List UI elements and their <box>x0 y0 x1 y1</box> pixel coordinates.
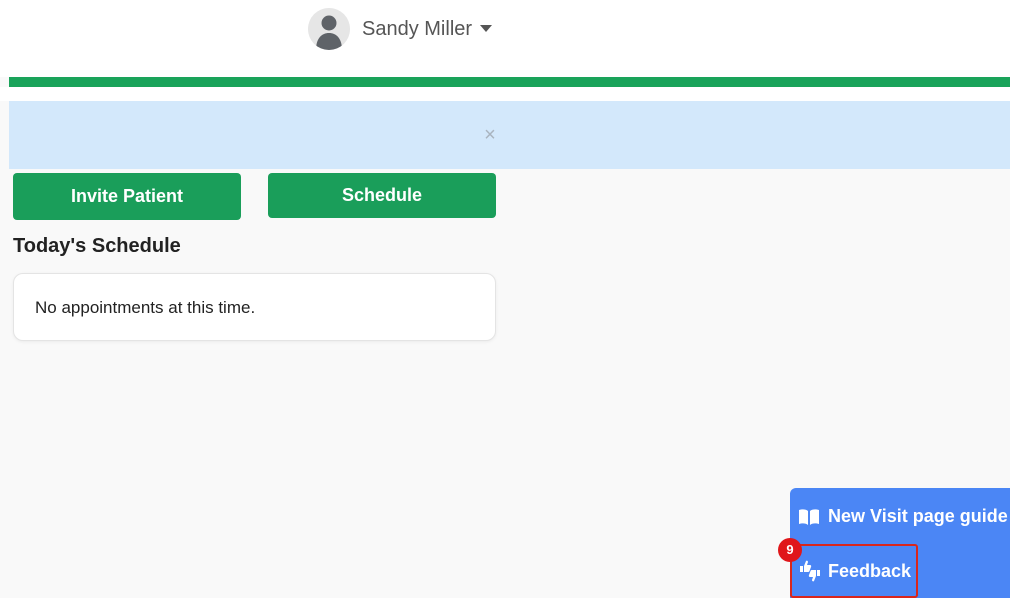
schedule-card: No appointments at this time. <box>13 273 496 341</box>
feedback-label: Feedback <box>828 560 912 581</box>
invite-patient-button[interactable]: Invite Patient <box>13 173 241 220</box>
caret-down-icon <box>480 25 493 32</box>
brand-divider <box>9 77 1010 87</box>
empty-state-message: No appointments at this time. <box>35 298 256 317</box>
close-icon[interactable]: × <box>481 125 499 145</box>
info-banner: × <box>9 101 1010 169</box>
notification-badge: 9 <box>778 538 802 562</box>
top-bar: Sandy Miller <box>0 0 1010 77</box>
feedback-button[interactable]: Feedback <box>790 544 918 598</box>
page-guide-link[interactable]: New Visit page guide <box>798 506 1008 527</box>
user-name: Sandy Miller <box>362 17 473 40</box>
user-avatar-icon <box>308 8 350 50</box>
page-guide-label: New Visit page guide <box>828 506 1008 526</box>
schedule-button[interactable]: Schedule <box>268 173 496 218</box>
book-icon <box>799 508 819 525</box>
thumbs-up-down-icon <box>800 560 820 582</box>
page-title: Today's Schedule <box>13 235 181 257</box>
spacer <box>0 87 1010 101</box>
user-menu[interactable]: Sandy Miller <box>308 8 493 50</box>
